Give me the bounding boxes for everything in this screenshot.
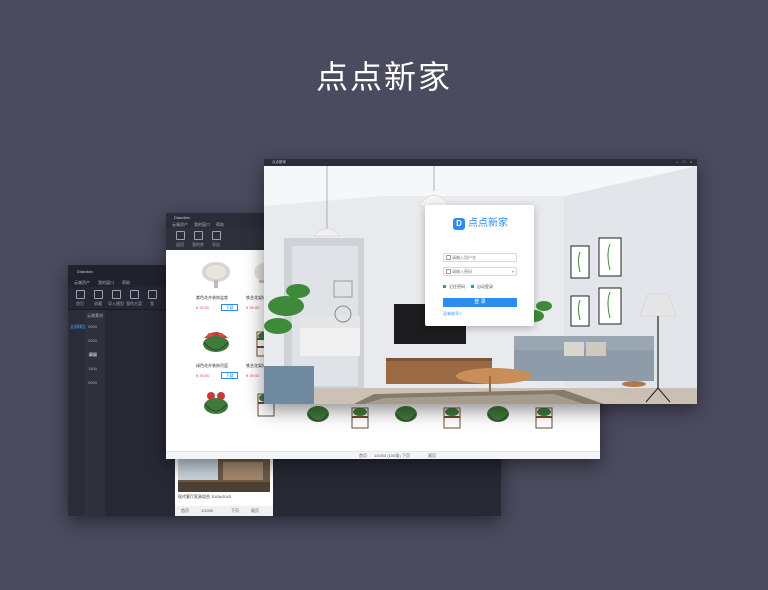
auto-login-checkbox[interactable]: [471, 285, 474, 288]
sidebar-item-home[interactable]: 家居: [89, 352, 97, 357]
product-label: 绿色花卉装饰吊篮: [196, 363, 228, 368]
auto-login-label: 自动登录: [477, 284, 493, 289]
minimize-icon[interactable]: –: [675, 160, 679, 164]
pager: 首页 1/1000 (100条) 下页 尾页: [166, 451, 600, 459]
star-icon: [93, 290, 103, 299]
app-name: Diandian: [77, 269, 93, 274]
product-thumb[interactable]: [346, 404, 374, 430]
download-button[interactable]: 下载: [221, 372, 238, 379]
titlebar: 点点新家 – □ ×: [264, 159, 697, 166]
user-icon: [446, 255, 451, 260]
menu-my-windows[interactable]: 我的窗口: [98, 280, 114, 285]
app-name: 点点新家: [272, 160, 286, 164]
tool-my-library[interactable]: 我的库: [190, 231, 206, 247]
sidebar-item-num[interactable]: 2000: [88, 338, 97, 343]
close-icon[interactable]: ×: [689, 160, 693, 164]
maximize-icon[interactable]: □: [682, 160, 686, 164]
pager-first[interactable]: 首页: [181, 508, 189, 513]
menu-help[interactable]: 帮助: [122, 280, 130, 285]
user-icon: [147, 290, 157, 299]
pager-info: 1/1000: [201, 508, 214, 513]
login-window: 点点新家 – □ × D 点点新家 请输入用户名 ▾ 记住密码 自动登录 登 录…: [264, 159, 697, 404]
sidebar-category: 家居: [89, 310, 175, 516]
product-price: ¥ 39.00: [196, 305, 210, 310]
remember-label: 记住密码: [449, 284, 465, 289]
folder-icon: [129, 290, 139, 299]
back-icon: [175, 231, 185, 240]
sidebar-item-cloud[interactable]: 云端素材: [87, 313, 103, 318]
library-icon: [193, 231, 203, 240]
model-title: 现代客厅家具组合 2043x2043: [178, 494, 231, 499]
tool-favorites[interactable]: 收藏: [90, 290, 106, 306]
export-icon: [211, 231, 221, 240]
brand-name: 点点新家: [468, 218, 508, 229]
product-price: ¥ 39.00: [196, 373, 210, 378]
password-field[interactable]: ▾: [443, 267, 517, 276]
chevron-down-icon[interactable]: ▾: [512, 269, 514, 274]
product-thumb[interactable]: [484, 404, 512, 430]
username-input[interactable]: [452, 254, 512, 261]
menu-cloud-assets[interactable]: 云端资产: [172, 222, 188, 227]
login-button[interactable]: 登 录: [443, 298, 517, 307]
tool-home[interactable]: 首页: [72, 290, 88, 306]
brand-logo-icon: D: [453, 218, 465, 230]
import-icon: [111, 290, 121, 299]
menu-cloud-assets[interactable]: 云端资产: [74, 280, 90, 285]
model-photo[interactable]: [178, 454, 270, 492]
pager: 首页 1/1000 下页 尾页: [175, 506, 273, 516]
username-field[interactable]: [443, 253, 517, 262]
menu-help[interactable]: 帮助: [216, 222, 224, 227]
login-panel: D 点点新家 ▾ 记住密码 自动登录 登 录 没有账号?: [425, 205, 534, 326]
product-thumb[interactable]: [304, 404, 332, 430]
app-name: Diandian: [174, 215, 190, 220]
register-link[interactable]: 没有账号?: [443, 311, 461, 316]
lock-icon: [446, 269, 451, 274]
pager-last[interactable]: 尾页: [251, 508, 259, 513]
home-icon: [75, 290, 85, 299]
product-thumb: [196, 385, 236, 421]
sidebar-primary: 全部模型: [68, 310, 86, 516]
pager-last[interactable]: 尾页: [428, 453, 436, 458]
sidebar-item-num[interactable]: 1500: [88, 366, 97, 371]
product-label: 紫色花卉装饰盆栽: [196, 295, 228, 300]
pager-next[interactable]: 下页: [402, 453, 410, 458]
remember-checkbox[interactable]: [443, 285, 446, 288]
password-input[interactable]: [452, 268, 512, 275]
tool-my-plans[interactable]: 我的方案: [126, 290, 142, 306]
pager-first[interactable]: 首页: [359, 453, 367, 458]
product-cell[interactable]: 绿色花卉装饰吊篮 ¥ 39.00 下载: [194, 323, 240, 383]
page-title: 点点新家: [315, 59, 452, 95]
product-thumb[interactable]: [392, 404, 420, 430]
download-button[interactable]: 下载: [221, 304, 238, 311]
pager-next[interactable]: 下页: [231, 508, 239, 513]
product-thumb[interactable]: [530, 404, 558, 430]
product-thumb: [196, 325, 236, 361]
product-cell[interactable]: 紫色花卉装饰盆栽 ¥ 39.00 下载: [194, 255, 240, 315]
tool-import[interactable]: 导入模型: [108, 290, 124, 306]
sidebar-secondary: 云端素材 3000 2000 1000 1500 3000: [85, 310, 105, 516]
tool-me[interactable]: 我: [144, 290, 160, 306]
sidebar-item-num[interactable]: 3000: [88, 380, 97, 385]
pager-info: 1/1000 (100条): [374, 453, 401, 458]
sidebar-item-num[interactable]: 3000: [88, 324, 97, 329]
product-price: ¥ 39.00: [246, 373, 260, 378]
product-thumb: [196, 257, 236, 293]
product-cell[interactable]: [194, 383, 240, 429]
tool-export[interactable]: 导出: [208, 231, 224, 247]
sidebar-item-all[interactable]: 全部模型: [70, 324, 86, 329]
tool-back[interactable]: 返回: [172, 231, 188, 247]
product-thumb[interactable]: [438, 404, 466, 430]
menu-my-windows[interactable]: 我的窗口: [194, 222, 210, 227]
product-price: ¥ 39.00: [246, 305, 260, 310]
